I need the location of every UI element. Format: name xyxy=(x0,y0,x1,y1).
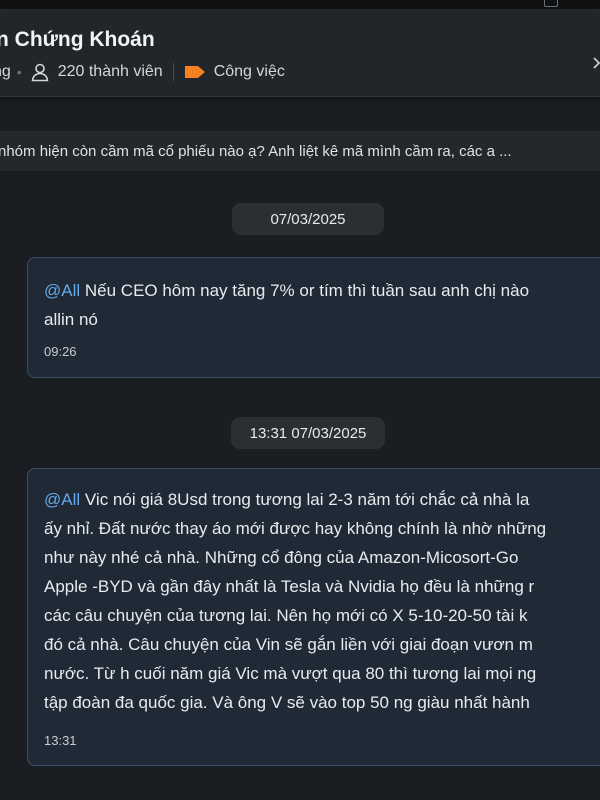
message-text: Nếu CEO hôm nay tăng 7% or tím thì tuần … xyxy=(80,281,530,300)
message-text: đó cả nhà. Câu chuyện của Vin sẽ gắn liề… xyxy=(44,635,533,654)
pinned-message-bar[interactable]: nhóm hiện còn cầm mã cổ phiếu nào ạ? Anh… xyxy=(0,131,600,171)
meta-separator-dot: • xyxy=(16,64,22,80)
chat-header: n Chứng Khoán ng • 220 thành viên Công v… xyxy=(0,10,600,97)
group-meta: ng • 220 thành viên Công việc xyxy=(0,62,285,82)
message-line: @All Nếu CEO hôm nay tăng 7% or tím thì … xyxy=(44,276,600,305)
message-text: tập đoàn đa quốc gia. Và ông V sẽ vào to… xyxy=(44,693,530,712)
message-bubble[interactable]: @All Vic nói giá 8Usd trong tương lai 2-… xyxy=(27,468,600,766)
message-text: Vic nói giá 8Usd trong tương lai 2-3 năm… xyxy=(80,490,530,509)
meta-divider xyxy=(172,63,174,81)
person-icon[interactable] xyxy=(30,62,50,82)
mention-all[interactable]: @All xyxy=(44,490,80,509)
group-meta-prefix: ng xyxy=(0,63,11,80)
message-text: Apple -BYD và gần đây nhất là Tesla và N… xyxy=(44,577,535,596)
date-separator: 07/03/2025 xyxy=(232,203,384,235)
message-time: 13:31 xyxy=(44,733,77,748)
message-text: nước. Từ h cuối năm giá Vic mà vượt qua … xyxy=(44,664,537,683)
close-icon[interactable] xyxy=(544,0,558,7)
message-time: 09:26 xyxy=(44,344,77,359)
message-text: như này nhé cả nhà. Những cổ đông của Am… xyxy=(44,548,519,567)
category-label[interactable]: Công việc xyxy=(214,63,285,81)
label-tag-icon[interactable] xyxy=(184,65,206,79)
message-text: allin nó xyxy=(44,310,98,329)
date-separator: 13:31 07/03/2025 xyxy=(231,417,385,449)
group-title[interactable]: n Chứng Khoán xyxy=(0,28,155,52)
pinned-message-text: nhóm hiện còn cầm mã cổ phiếu nào ạ? Anh… xyxy=(0,143,512,160)
member-count[interactable]: 220 thành viên xyxy=(58,63,163,81)
message-text: các câu chuyện của tương lai. Nên họ mới… xyxy=(44,606,528,625)
message-text: ấy nhỉ. Đất nước thay áo mới được hay kh… xyxy=(44,519,547,538)
window-titlebar xyxy=(0,0,600,10)
mention-all[interactable]: @All xyxy=(44,281,80,300)
message-bubble[interactable]: @All Nếu CEO hôm nay tăng 7% or tím thì … xyxy=(27,257,600,378)
message-line: @All Vic nói giá 8Usd trong tương lai 2-… xyxy=(44,485,600,514)
header-action-icon[interactable] xyxy=(591,56,600,70)
